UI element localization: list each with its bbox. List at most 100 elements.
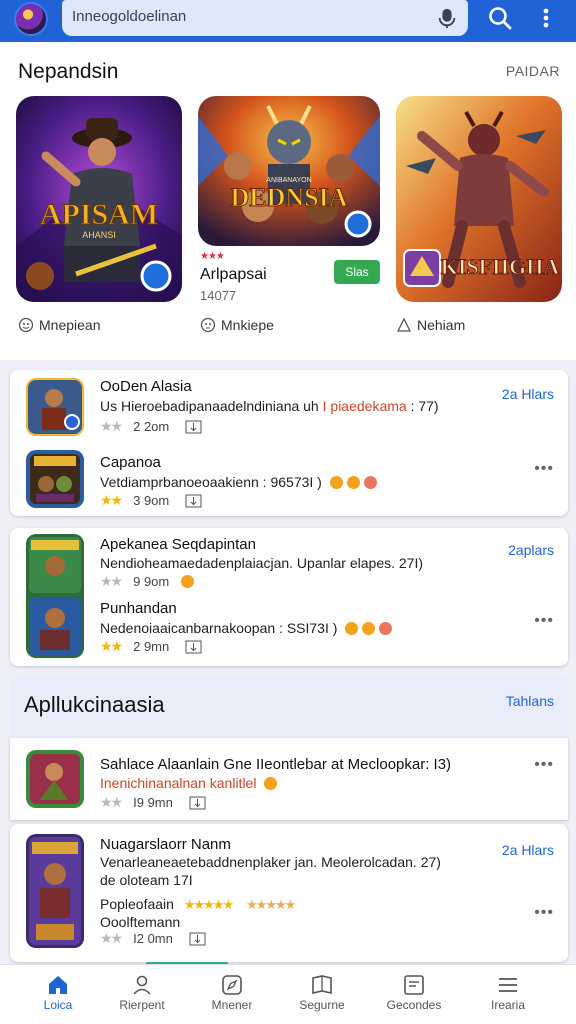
featured-card-tag: Nehiam xyxy=(396,317,465,333)
more-options-icon[interactable]: ••• xyxy=(534,904,554,922)
app-name[interactable]: Nuagarslaorr Nanm xyxy=(100,836,231,853)
install-button[interactable]: Slas xyxy=(334,260,380,284)
rating-stars: ★★ xyxy=(100,573,123,589)
rating-stars: ★★★★★ xyxy=(183,897,234,912)
app-list-card: 2a Hlars Nuagarslaorr Nanm Venarleaneaet… xyxy=(10,824,568,962)
app-size: 2 2om xyxy=(133,419,170,434)
nav-item-person[interactable]: Rierpent xyxy=(94,965,190,1024)
app-icon[interactable] xyxy=(26,450,84,508)
app-name[interactable]: Apekanea Seqdapintan xyxy=(100,536,256,553)
see-more-link[interactable]: PAIDAR xyxy=(506,63,560,79)
featured-card-tag: Mnkiepe xyxy=(200,317,274,333)
rating-stars: ★★★★★ xyxy=(246,897,296,912)
app-description-text: Inenichinanalnan kanlitlel xyxy=(100,775,257,791)
section-title: Nepandsin xyxy=(18,60,119,83)
search-bar[interactable]: Inneogoldoelinan xyxy=(62,0,468,36)
search-input[interactable]: Inneogoldoelinan xyxy=(72,8,186,25)
menu-icon xyxy=(499,978,517,992)
featured-card-title[interactable]: Arlpapsai xyxy=(200,266,267,284)
emoji-icon xyxy=(345,622,359,635)
app-size: I2 0mn xyxy=(133,931,173,946)
section-title: Apllukcinaasia xyxy=(24,692,165,717)
featured-card-tag: Mnepiean xyxy=(18,317,101,333)
emoji-icon xyxy=(362,622,376,635)
nav-label: Loica xyxy=(43,998,73,1012)
nav-item-list[interactable]: Gecondes xyxy=(366,965,462,1024)
emoji-icon xyxy=(264,777,278,790)
section-link[interactable]: Tahlans xyxy=(506,693,554,709)
featured-card-image[interactable]: KISFIIGHA xyxy=(396,96,562,302)
app-icon[interactable] xyxy=(26,534,84,658)
rating-marks: ★★★ xyxy=(200,251,225,262)
app-meta: ★★ 3 9om xyxy=(100,492,202,509)
nav-item-home[interactable]: Loica xyxy=(10,965,106,1024)
app-meta: ★★ 2 2om xyxy=(100,418,202,435)
nav-label: Irearia xyxy=(490,998,525,1012)
app-description: Us Hieroebadipanaadelndiniana uh I piaed… xyxy=(100,398,439,414)
rating-stars: ★★ xyxy=(100,638,123,654)
book-icon xyxy=(312,975,332,994)
nav-item-book[interactable]: Segurne xyxy=(274,965,370,1024)
app-description-text: Nedenoiaaicanbarnakoopan : SSI73I ) xyxy=(100,620,338,636)
top-app-bar: Inneogoldoelinan xyxy=(0,0,576,42)
user-icon xyxy=(396,317,412,332)
emoji-icon xyxy=(346,476,360,489)
emoji-icon xyxy=(181,575,195,588)
app-name[interactable]: Capanoa xyxy=(100,454,161,471)
nav-item-compass[interactable]: Mnener xyxy=(184,965,280,1024)
card-link[interactable]: 2aplars xyxy=(508,542,554,558)
sub-app-description: Ooolftemann xyxy=(100,914,181,930)
more-options-icon[interactable]: ••• xyxy=(534,756,554,774)
app-description: Venarleaneaetebaddnenplaker jan. Meolero… xyxy=(100,854,441,870)
card-art-subtitle: AHANSI xyxy=(82,230,116,240)
app-meta: ★★ I9 9mn xyxy=(100,794,206,811)
featured-card-tag-label: Mnkiepe xyxy=(221,317,274,333)
app-description-highlight: I piaedekama xyxy=(322,398,407,414)
download-icon xyxy=(189,932,206,945)
more-options-icon[interactable]: ••• xyxy=(534,460,554,478)
card-link[interactable]: 2a Hlars xyxy=(502,842,554,858)
avatar[interactable] xyxy=(14,2,48,36)
sub-app-name[interactable]: Popleofaain xyxy=(100,896,174,912)
emoji-icon xyxy=(363,476,377,489)
rating-stars: ★★ xyxy=(100,418,123,434)
featured-card-image[interactable]: DEDNSIA ANIBANAYON xyxy=(198,96,380,246)
nav-item-menu[interactable]: Irearia xyxy=(460,965,556,1024)
face-icon xyxy=(200,317,216,333)
mic-icon[interactable] xyxy=(436,7,458,29)
app-icon[interactable] xyxy=(26,378,84,436)
rating-stars: ★★ xyxy=(100,492,123,508)
card-link[interactable]: 2a Hlars xyxy=(502,386,554,402)
section-header: Apllukcinaasia Tahlans xyxy=(10,676,568,738)
featured-section: Nepandsin PAIDAR APISAM AHANSI Mnepiean … xyxy=(0,42,576,360)
app-list-card: 2a Hlars OoDen Alasia Us Hieroebadipanaa… xyxy=(10,370,568,516)
more-vert-icon[interactable] xyxy=(534,4,558,32)
featured-card-tag-label: Nehiam xyxy=(417,317,466,333)
app-size: 2 9mn xyxy=(133,639,170,654)
download-icon xyxy=(189,796,206,809)
app-name[interactable]: Punhandan xyxy=(100,600,177,617)
app-size: 9 9om xyxy=(133,574,170,589)
emoji-icon xyxy=(379,622,393,635)
featured-card-image[interactable]: APISAM AHANSI xyxy=(16,96,182,302)
featured-card-subtitle: 14077 xyxy=(200,288,237,303)
app-list-card: 2aplars Apekanea Seqdapintan Nendioheama… xyxy=(10,528,568,666)
search-icon[interactable] xyxy=(486,4,514,32)
app-description: Inenichinanalnan kanlitlel xyxy=(100,775,278,791)
app-size: I9 9mn xyxy=(133,795,173,810)
app-description: Vetdiamprbanoeoaakienn : 96573I ) xyxy=(100,474,377,490)
app-extra: de oloteam 17I xyxy=(100,872,193,888)
app-icon[interactable] xyxy=(26,750,84,808)
emoji-icon xyxy=(329,476,343,489)
app-name[interactable]: Sahlace Alaanlain Gne IIeontlebar at Mec… xyxy=(100,756,451,773)
card-art-subtitle: ANIBANAYON xyxy=(266,177,311,184)
download-icon xyxy=(185,640,202,653)
card-art-title: KISFIIGHA xyxy=(441,254,560,279)
more-options-icon[interactable]: ••• xyxy=(534,612,554,630)
emoji-icon xyxy=(18,317,34,333)
home-icon xyxy=(49,976,67,994)
nav-label: Segurne xyxy=(299,998,345,1012)
app-name[interactable]: OoDen Alasia xyxy=(100,378,192,395)
app-size: 3 9om xyxy=(133,493,170,508)
app-icon[interactable] xyxy=(26,834,84,948)
